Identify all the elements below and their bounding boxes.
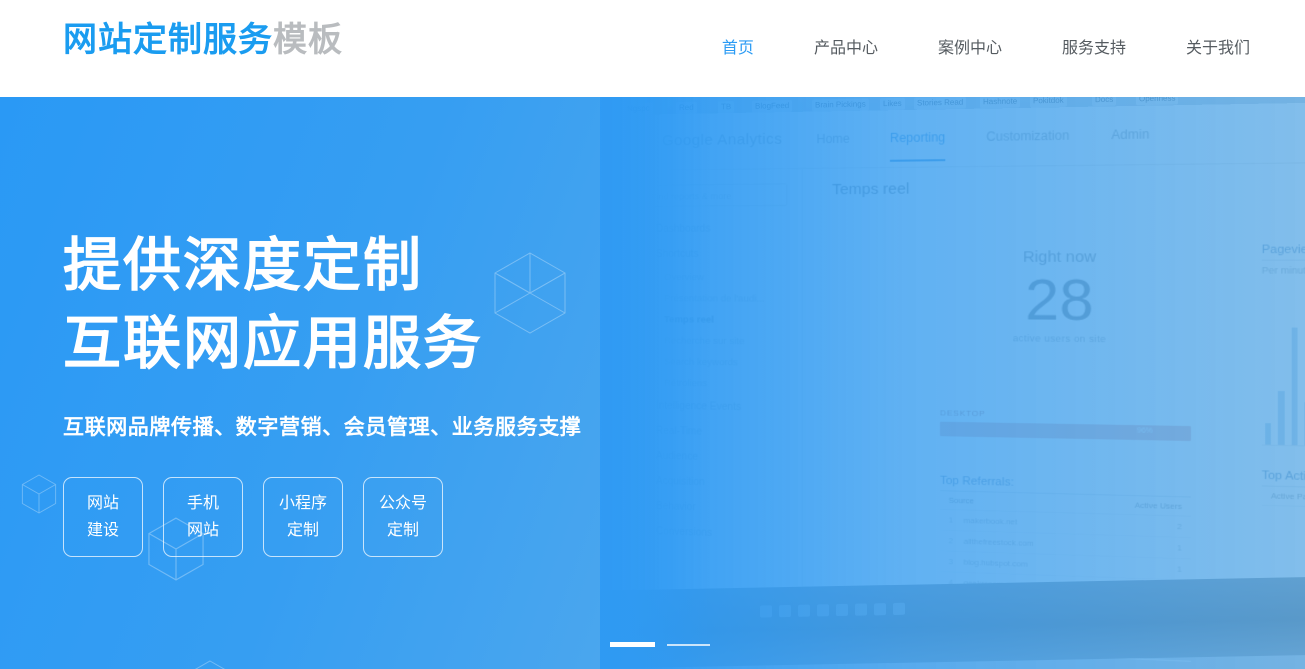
hero-headline: 提供深度定制 互联网应用服务 [63, 227, 581, 383]
tag-line2: 建设 [86, 522, 119, 539]
carousel-indicators [610, 642, 710, 647]
tag-mobile-site[interactable]: 手机 网站 [163, 477, 243, 557]
tag-line1: 手机 [186, 495, 219, 512]
nav-item-support[interactable]: 服务支持 [1062, 0, 1126, 97]
hero-service-tags: 网站 建设 手机 网站 小程序 定制 公众号 定制 [63, 477, 581, 557]
tag-miniprogram[interactable]: 小程序 定制 [263, 477, 343, 557]
nav-item-about[interactable]: 关于我们 [1186, 0, 1250, 97]
tag-line1: 小程序 [278, 495, 327, 512]
hero-subtitle: 互联网品牌传播、数字营销、会员管理、业务服务支撑 [63, 416, 582, 439]
tag-line1: 公众号 [378, 495, 427, 512]
tag-website-build[interactable]: 网站 建设 [63, 477, 143, 557]
site-header: 网站定制服务模板 首页 产品中心 案例中心 服务支持 关于我们 [0, 0, 1305, 97]
nav-item-home[interactable]: 首页 [722, 0, 754, 97]
carousel-dot-1[interactable] [610, 642, 655, 647]
logo-main-text: 网站定制服务 [63, 21, 273, 59]
tag-line2: 定制 [386, 522, 419, 539]
hero-headline-line1: 提供深度定制 [63, 233, 424, 298]
hero-banner: Tut Ngspc Red TB BlogFeed Brain Pickings… [0, 97, 1305, 669]
carousel-dot-2[interactable] [667, 643, 710, 646]
site-logo[interactable]: 网站定制服务模板 [63, 18, 343, 62]
nav-item-cases[interactable]: 案例中心 [938, 0, 1002, 97]
hero-headline-line2: 互联网应用服务 [63, 311, 484, 376]
decorative-cube-icon [21, 474, 57, 514]
logo-sub-text: 模板 [273, 21, 343, 59]
decorative-cube-icon [194, 660, 226, 669]
tag-official-account[interactable]: 公众号 定制 [363, 477, 443, 557]
hero-content: 提供深度定制 互联网应用服务 互联网品牌传播、数字营销、会员管理、业务服务支撑 … [63, 97, 581, 557]
tag-line1: 网站 [86, 495, 119, 512]
nav-item-products[interactable]: 产品中心 [814, 0, 878, 97]
main-navigation: 首页 产品中心 案例中心 服务支持 关于我们 [722, 0, 1250, 97]
tag-line2: 定制 [286, 522, 319, 539]
hero-background-photo: Tut Ngspc Red TB BlogFeed Brain Pickings… [580, 97, 1305, 669]
tag-line2: 网站 [186, 522, 219, 539]
